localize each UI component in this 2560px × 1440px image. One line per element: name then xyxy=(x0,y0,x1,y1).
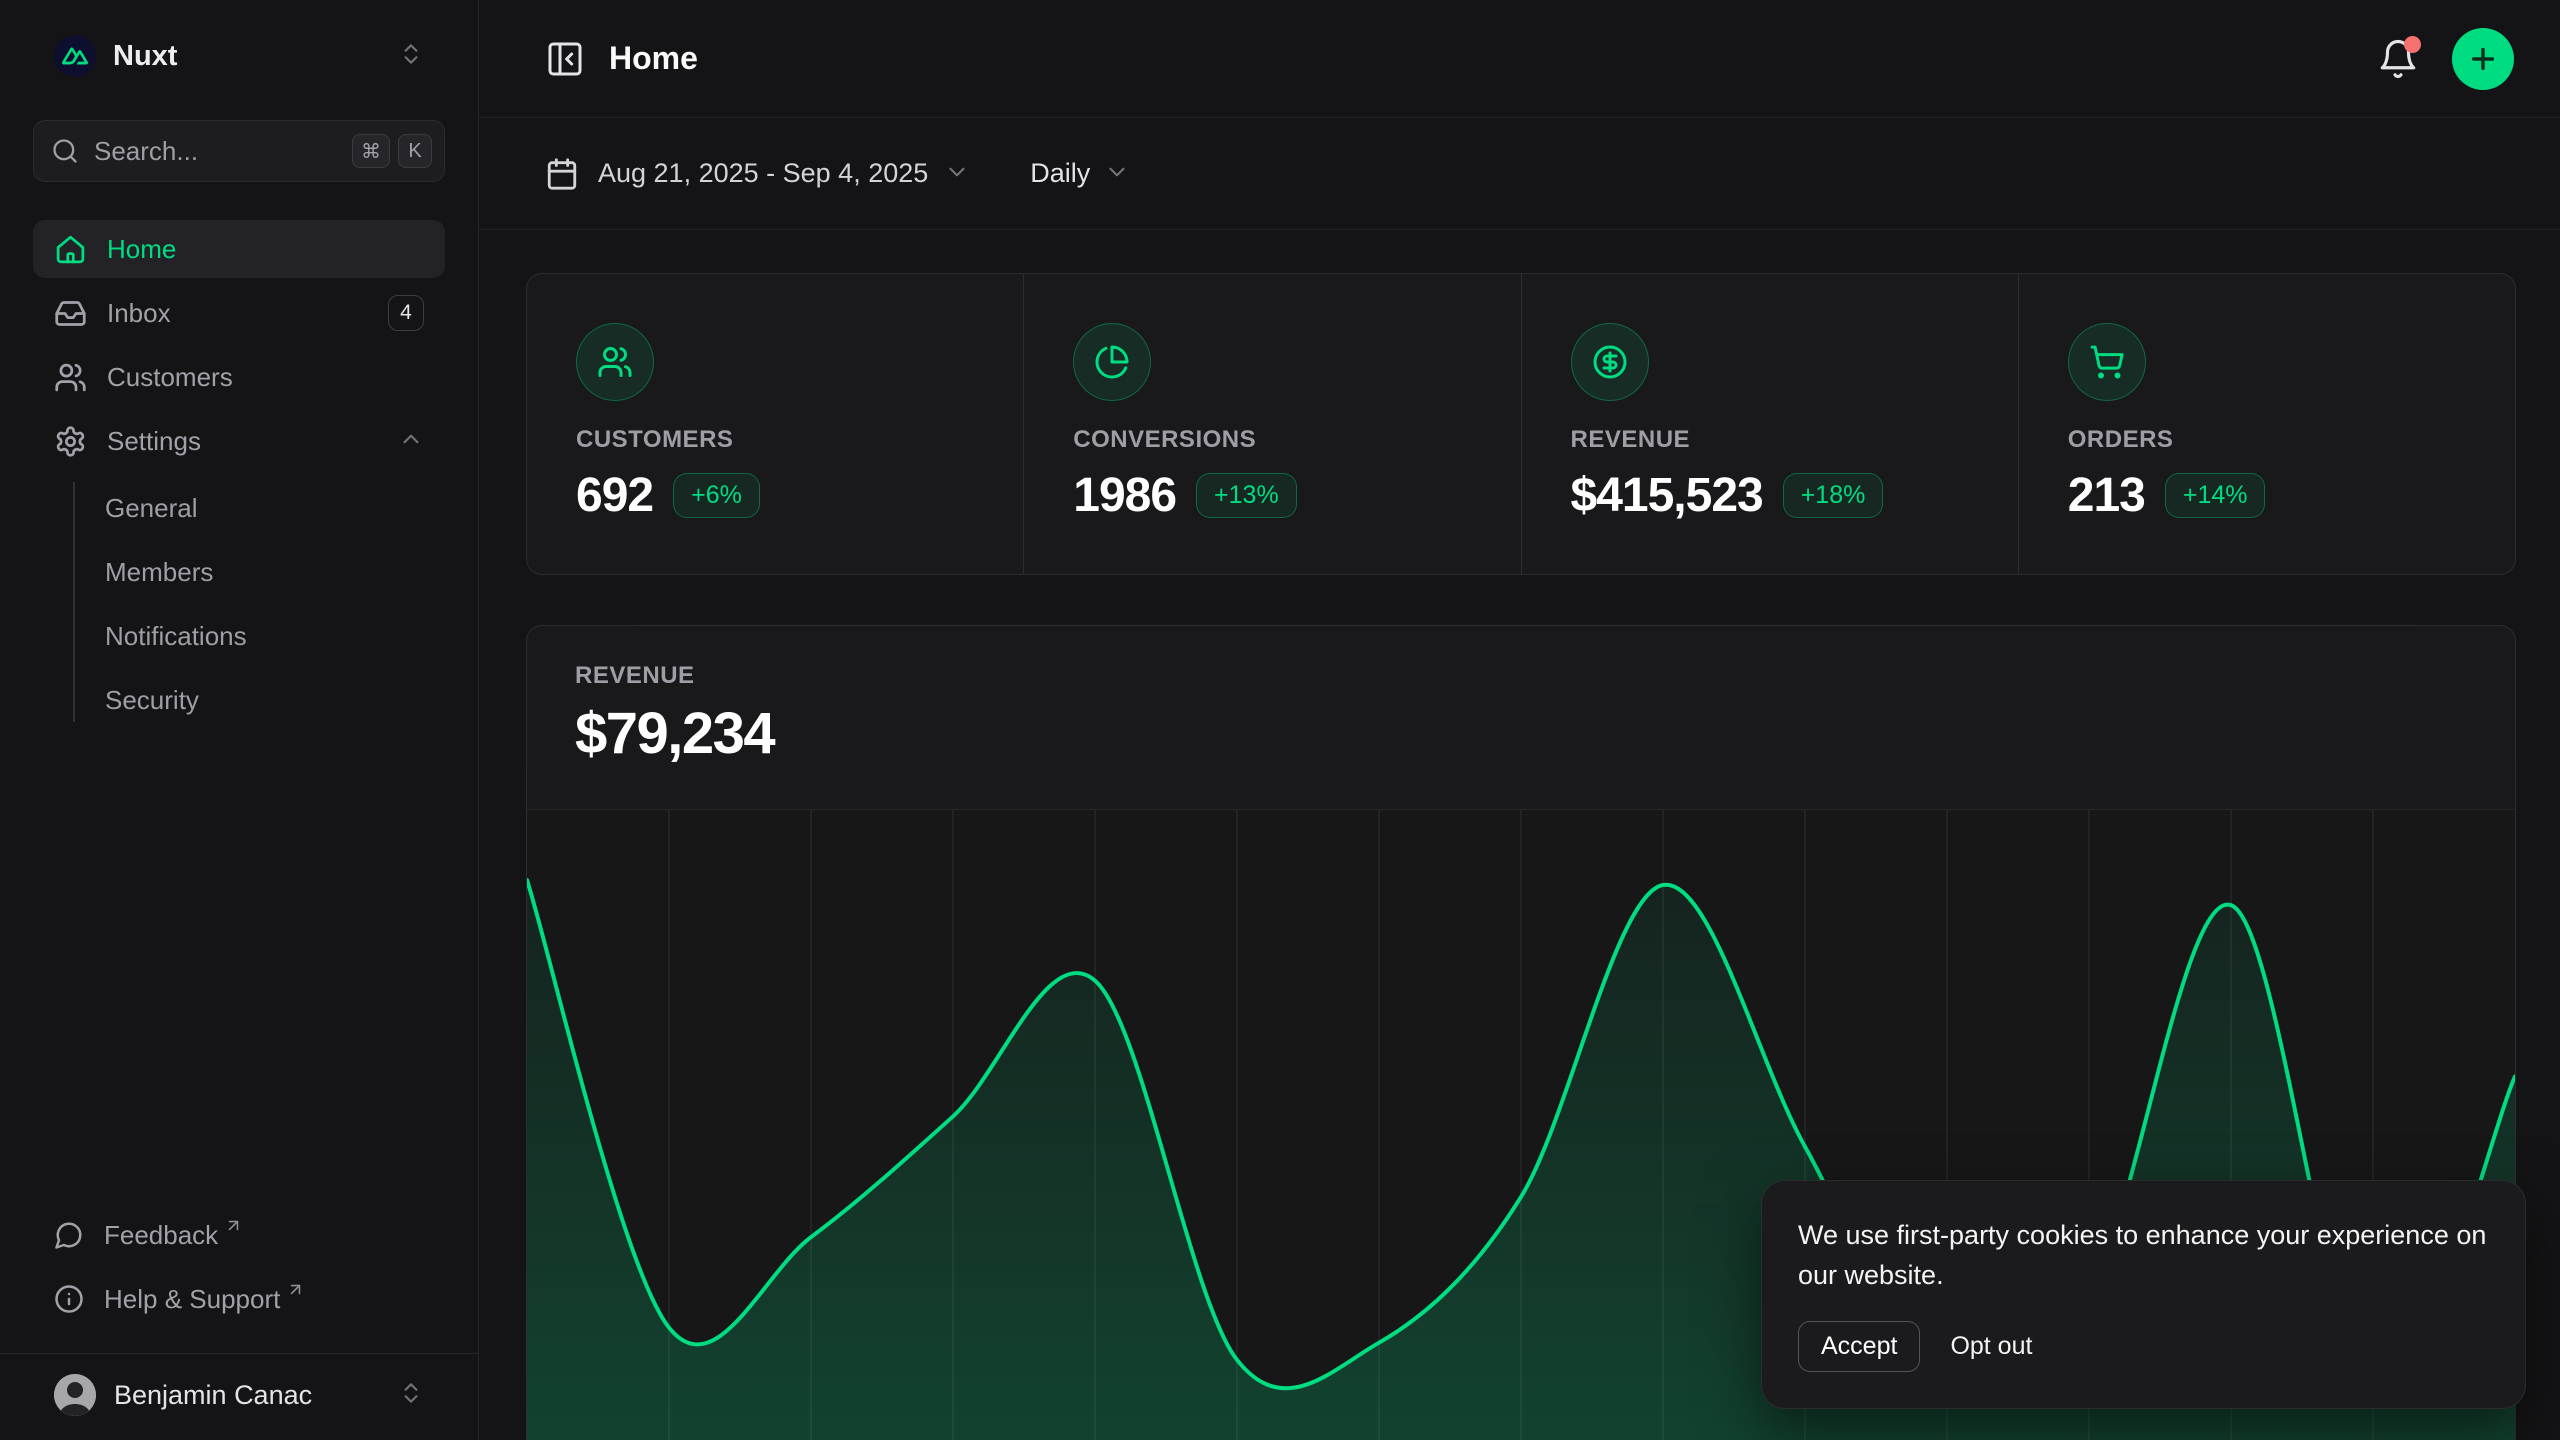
external-link-icon xyxy=(286,1280,305,1304)
home-icon xyxy=(54,233,87,266)
stat-change-badge: +13% xyxy=(1196,473,1297,518)
inbox-count-badge: 4 xyxy=(388,295,424,331)
main-area: Home Aug 21, 2025 - Sep xyxy=(479,0,2560,1440)
chat-bubble-icon xyxy=(54,1220,84,1250)
revenue-panel-value: $79,234 xyxy=(575,700,2467,767)
sidebar-item-general[interactable]: General xyxy=(33,476,445,540)
page-title: Home xyxy=(609,40,2377,77)
sidebar-item-security[interactable]: Security xyxy=(33,668,445,732)
cookie-banner: We use first-party cookies to enhance yo… xyxy=(1761,1180,2526,1409)
sidebar-item-customers[interactable]: Customers xyxy=(33,348,445,406)
cookie-message: We use first-party cookies to enhance yo… xyxy=(1798,1215,2498,1295)
sidebar-item-home[interactable]: Home xyxy=(33,220,445,278)
stat-customers[interactable]: CUSTOMERS 692 +6% xyxy=(527,274,1023,574)
sidebar-item-label: Customers xyxy=(107,362,424,393)
notification-dot xyxy=(2404,36,2421,53)
avatar xyxy=(54,1374,96,1416)
chevron-down-icon xyxy=(1104,159,1130,188)
stat-value: 1986 xyxy=(1073,468,1176,523)
sidebar-item-members[interactable]: Members xyxy=(33,540,445,604)
stat-label: CONVERSIONS xyxy=(1073,426,1520,454)
workspace-switcher[interactable]: Nuxt xyxy=(33,22,445,90)
help-support-link[interactable]: Help & Support xyxy=(33,1273,445,1325)
stat-label: REVENUE xyxy=(1571,426,2018,454)
users-icon xyxy=(54,361,87,394)
date-range-picker[interactable]: Aug 21, 2025 - Sep 4, 2025 xyxy=(545,157,970,191)
granularity-select[interactable]: Daily xyxy=(1030,158,1130,189)
subnav-rail xyxy=(73,482,75,722)
dollar-circle-icon xyxy=(1571,323,1649,401)
settings-subnav: General Members Notifications Security xyxy=(33,476,445,732)
inbox-icon xyxy=(54,297,87,330)
calendar-icon xyxy=(545,157,579,191)
info-circle-icon xyxy=(54,1284,84,1314)
chevrons-up-down-icon xyxy=(398,1380,424,1411)
sidebar-item-settings[interactable]: Settings xyxy=(33,412,445,470)
app-root: Nuxt Search... ⌘ K Home xyxy=(0,0,2560,1440)
kbd-cmd: ⌘ xyxy=(352,134,390,168)
stat-conversions[interactable]: CONVERSIONS 1986 +13% xyxy=(1023,274,1520,574)
accept-cookies-button[interactable]: Accept xyxy=(1798,1321,1920,1372)
shopping-cart-icon xyxy=(2068,323,2146,401)
users-icon xyxy=(576,323,654,401)
feedback-link[interactable]: Feedback xyxy=(33,1209,445,1261)
user-menu[interactable]: Benjamin Canac xyxy=(33,1354,445,1440)
search-icon xyxy=(51,137,79,165)
search-input[interactable]: Search... ⌘ K xyxy=(33,120,445,182)
optout-cookies-button[interactable]: Opt out xyxy=(1950,1332,2032,1361)
stat-revenue[interactable]: REVENUE $415,523 +18% xyxy=(1521,274,2018,574)
sidebar-nav: Home Inbox 4 Customers Settings xyxy=(33,220,445,732)
collapse-sidebar-button[interactable] xyxy=(545,39,585,79)
sidebar-item-label: Inbox xyxy=(107,298,388,329)
plus-icon xyxy=(2467,43,2499,75)
sidebar-item-notifications[interactable]: Notifications xyxy=(33,604,445,668)
granularity-value: Daily xyxy=(1030,158,1090,189)
search-placeholder: Search... xyxy=(94,136,344,167)
nuxt-logo-icon xyxy=(54,35,96,77)
sidebar-item-label: Settings xyxy=(107,426,398,457)
stat-change-badge: +6% xyxy=(673,473,760,518)
sidebar-item-inbox[interactable]: Inbox 4 xyxy=(33,284,445,342)
revenue-panel-label: REVENUE xyxy=(575,662,2467,690)
sidebar: Nuxt Search... ⌘ K Home xyxy=(0,0,479,1440)
kbd-k: K xyxy=(398,134,432,168)
panel-left-close-icon xyxy=(545,39,585,79)
stat-value: $415,523 xyxy=(1571,468,1763,523)
stat-change-badge: +18% xyxy=(1783,473,1884,518)
sidebar-footer: Feedback Help & Support xyxy=(33,1209,445,1337)
stat-orders[interactable]: ORDERS 213 +14% xyxy=(2018,274,2515,574)
feedback-label: Feedback xyxy=(104,1220,218,1251)
external-link-icon xyxy=(224,1216,243,1240)
chevrons-up-down-icon xyxy=(398,41,424,72)
sidebar-item-label: Home xyxy=(107,234,424,265)
add-button[interactable] xyxy=(2452,28,2514,90)
stat-value: 692 xyxy=(576,468,653,523)
stat-label: ORDERS xyxy=(2068,426,2515,454)
workspace-name: Nuxt xyxy=(113,40,398,73)
stats-row: CUSTOMERS 692 +6% CONVERSIONS 1986 +13% xyxy=(526,273,2516,575)
stat-label: CUSTOMERS xyxy=(576,426,1023,454)
gear-icon xyxy=(54,425,87,458)
pie-chart-icon xyxy=(1073,323,1151,401)
filters-toolbar: Aug 21, 2025 - Sep 4, 2025 Daily xyxy=(479,118,2560,230)
page-header: Home xyxy=(479,0,2560,118)
help-support-label: Help & Support xyxy=(104,1284,280,1315)
chevron-up-icon xyxy=(398,426,424,457)
user-name: Benjamin Canac xyxy=(114,1380,398,1411)
date-range-value: Aug 21, 2025 - Sep 4, 2025 xyxy=(598,158,928,189)
stat-value: 213 xyxy=(2068,468,2145,523)
stat-change-badge: +14% xyxy=(2165,473,2266,518)
chevron-down-icon xyxy=(944,159,970,188)
